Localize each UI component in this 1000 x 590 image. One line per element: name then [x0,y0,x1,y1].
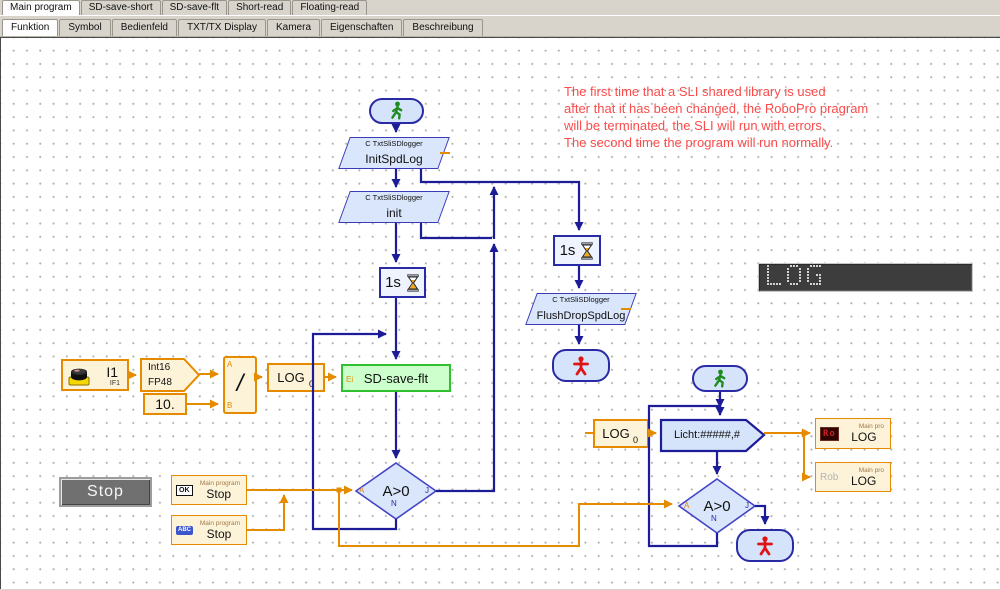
wait-block-1[interactable]: 1s [379,267,426,298]
divide-operator-block[interactable]: A B / [223,356,257,414]
library-name: C TxtSliSDlogger [531,295,631,304]
end-element-1[interactable] [552,349,610,382]
red-stop-man-icon [754,535,776,557]
program-tab-bar: Main program SD-save-short SD-save-flt S… [0,0,1000,16]
log-label: LOG [269,370,313,385]
note-line: The first time that a SLI shared library… [564,83,868,100]
decision-2-port-n: N [711,514,717,523]
abc-text-icon: ABC [176,526,193,535]
text-display-value [767,265,827,291]
subprogram-call-initspdlog[interactable]: C TxtSliSDlogger InitSpdLog [344,137,444,169]
tab-sd-save-short[interactable]: SD-save-short [81,0,161,15]
log-label: LOG [595,426,637,441]
program-canvas[interactable]: C TxtSliSDlogger InitSpdLog C TxtSliSDlo… [0,37,1000,589]
target-scope: Main program [200,480,240,487]
wait-time-label: 1s [560,242,576,259]
log-value: 0 [309,379,314,389]
subprogram-call-flushdropspdlog[interactable]: C TxtSliSDlogger FlushDropSpdLog [531,293,631,325]
tab-symbol[interactable]: Symbol [59,19,110,36]
tab-sd-save-flt[interactable]: SD-save-flt [162,0,227,15]
tab-eigenschaften[interactable]: Eigenschaften [321,19,402,36]
universal-input-i1[interactable]: I1 IF1 [61,359,129,391]
tab-short-read[interactable]: Short-read [228,0,291,15]
converter-type-to: FP48 [148,377,172,388]
start-element-2[interactable] [692,365,748,392]
command-label: Stop [207,527,232,541]
decision-2-port-j: J [745,501,749,510]
call-label: InitSpdLog [344,152,444,166]
divide-port-b: B [227,401,232,410]
wait-time-label: 1s [385,274,401,291]
decision-2-condition: A>0 [682,498,752,515]
tab-txt-tx-display[interactable]: TXT/TX Display [178,19,266,36]
subprogram-sd-save-flt[interactable]: Ei SD-save-flt [341,364,451,392]
view-tab-bar: Funktion Symbol Bedienfeld TXT/TX Displa… [0,16,1000,37]
output-label: LOG [851,430,876,444]
display-output-log-1[interactable]: Ro Main pro LOG [815,418,891,449]
decision-2-port-a: A [684,501,689,510]
decision-1-port-j: J [425,486,429,495]
note-line: The second time the program will run nor… [564,134,868,151]
pushbutton-icon [66,365,92,387]
input-name: I1 [106,364,118,380]
ok-button-icon: OK [176,485,193,496]
target-scope: Main pro [859,423,884,430]
constant-value: 10. [155,396,174,412]
subprogram-name: SD-save-flt [364,371,428,386]
log-value: 0 [633,435,638,445]
hourglass-icon [580,242,594,260]
target-scope: Main pro [859,467,884,474]
button-command-stop[interactable]: OK Main program Stop [171,475,247,505]
decision-1-condition: A>0 [361,483,431,500]
log-function-block-1[interactable]: LOG 0 [267,363,325,392]
text-command-stop[interactable]: ABC Main program Stop [171,515,247,545]
note-line: will be terminated, the SLI will run wit… [564,117,868,134]
call-label: FlushDropSpdLog [531,310,631,322]
target-scope: Main program [200,520,240,527]
call-label: init [344,206,444,220]
library-name: C TxtSliSDlogger [344,139,444,148]
licht-display-text: Licht:#####,# [663,429,751,441]
log-function-block-2[interactable]: LOG 0 [593,419,649,448]
panel-stop-button[interactable]: Stop [59,477,152,507]
text-output-log-2[interactable]: Rob Main pro LOG [815,462,891,492]
seven-segment-icon: Ro [820,427,839,441]
library-name: C TxtSliSDlogger [344,193,444,202]
constant-value-block[interactable]: 10. [143,393,187,415]
divide-symbol: / [225,370,255,398]
note-line: after that it has been changed, the Robo… [564,100,868,117]
red-stop-man-icon [570,355,592,377]
interface-name: IF1 [110,380,120,387]
tab-kamera[interactable]: Kamera [267,19,320,36]
tab-beschreibung[interactable]: Beschreibung [403,19,482,36]
green-walking-man-icon [709,368,731,390]
end-element-2[interactable] [736,529,794,562]
green-walking-man-icon [386,100,408,122]
command-label: Stop [206,487,231,501]
entry-port-label: Ei [346,375,353,384]
hourglass-icon [406,274,420,292]
decision-1-port-n: N [391,499,397,508]
divide-port-a: A [227,360,232,369]
tab-main-program[interactable]: Main program [2,0,80,15]
tab-floating-read[interactable]: Floating-read [292,0,367,15]
output-label: LOG [851,474,876,488]
tab-bedienfeld[interactable]: Bedienfeld [112,19,177,36]
text-display-panel [758,263,973,292]
decision-1-port-a: A [359,486,364,495]
tab-funktion[interactable]: Funktion [2,19,58,36]
wait-block-2[interactable]: 1s [553,235,601,266]
subprogram-call-init[interactable]: C TxtSliSDlogger init [344,191,444,223]
text-label-icon: Rob [820,472,838,483]
start-element-1[interactable] [369,98,424,124]
stop-button-label: Stop [87,483,124,501]
annotation-note: The first time that a SLI shared library… [564,83,868,151]
converter-type-from: Int16 [148,362,170,373]
